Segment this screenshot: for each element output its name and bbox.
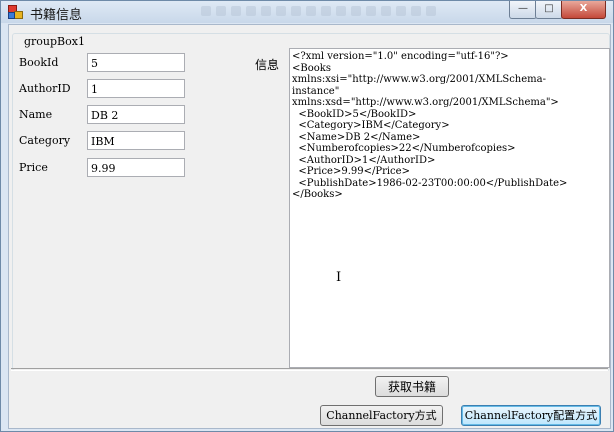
xml-line: xmlns:xsi="http://www.w3.org/2001/XMLSch…	[292, 74, 546, 85]
xml-line: <BookID>5</BookID>	[292, 108, 417, 120]
xml-line: <AuthorID>1</AuthorID>	[292, 154, 436, 166]
authorid-field[interactable]: 1	[87, 79, 185, 98]
name-field[interactable]: DB 2	[87, 105, 185, 124]
minimize-button[interactable]: —	[509, 1, 537, 19]
xml-line: <Category>IBM</Category>	[292, 120, 450, 131]
xml-line: <PublishDate>1986-02-23T00:00:00</Publis…	[292, 177, 568, 189]
xml-line: instance"	[292, 85, 340, 97]
maximize-button[interactable]: □	[535, 1, 563, 19]
app-window: 书籍信息 — □ X groupBox1 BookId 5 AuthorID 1…	[0, 0, 614, 432]
text-cursor-icon: I	[336, 270, 342, 285]
xml-line: <Numberofcopies>22</Numberofcopies>	[292, 143, 516, 154]
label-name: Name	[19, 108, 53, 121]
label-bookid: BookId	[19, 56, 59, 69]
xml-line: </Books>	[292, 189, 343, 200]
xml-output-textarea[interactable]: <?xml version="1.0" encoding="utf-16"?> …	[289, 48, 610, 368]
background-toolbar-ghost	[201, 3, 501, 21]
xml-line: <?xml version="1.0" encoding="utf-16"?>	[292, 51, 509, 62]
get-books-button[interactable]: 获取书籍	[375, 376, 449, 397]
groupbox-caption: groupBox1	[22, 35, 87, 48]
title-bar[interactable]: 书籍信息 — □ X	[1, 1, 613, 23]
xml-line: <Price>9.99</Price>	[292, 166, 410, 177]
label-price: Price	[19, 161, 48, 174]
close-button[interactable]: X	[561, 1, 606, 19]
channel-factory-config-button[interactable]: ChannelFactory配置方式	[461, 405, 601, 426]
category-field[interactable]: IBM	[87, 131, 185, 150]
groupbox: groupBox1 BookId 5 AuthorID 1 Name DB 2 …	[12, 33, 610, 371]
client-area: groupBox1 BookId 5 AuthorID 1 Name DB 2 …	[8, 24, 611, 429]
app-icon	[8, 5, 23, 19]
xml-line: <Name>DB 2</Name>	[292, 131, 421, 143]
label-authorid: AuthorID	[19, 82, 71, 95]
bookid-field[interactable]: 5	[87, 53, 185, 72]
window-title: 书籍信息	[30, 8, 83, 23]
xml-line: <Books	[292, 62, 331, 74]
xml-line: xmlns:xsd="http://www.w3.org/2001/XMLSch…	[292, 97, 559, 108]
price-field[interactable]: 9.99	[87, 158, 185, 177]
channel-factory-button[interactable]: ChannelFactory方式	[320, 405, 443, 426]
label-category: Category	[19, 134, 71, 147]
separator	[11, 368, 608, 371]
info-label: 信息	[255, 58, 280, 72]
